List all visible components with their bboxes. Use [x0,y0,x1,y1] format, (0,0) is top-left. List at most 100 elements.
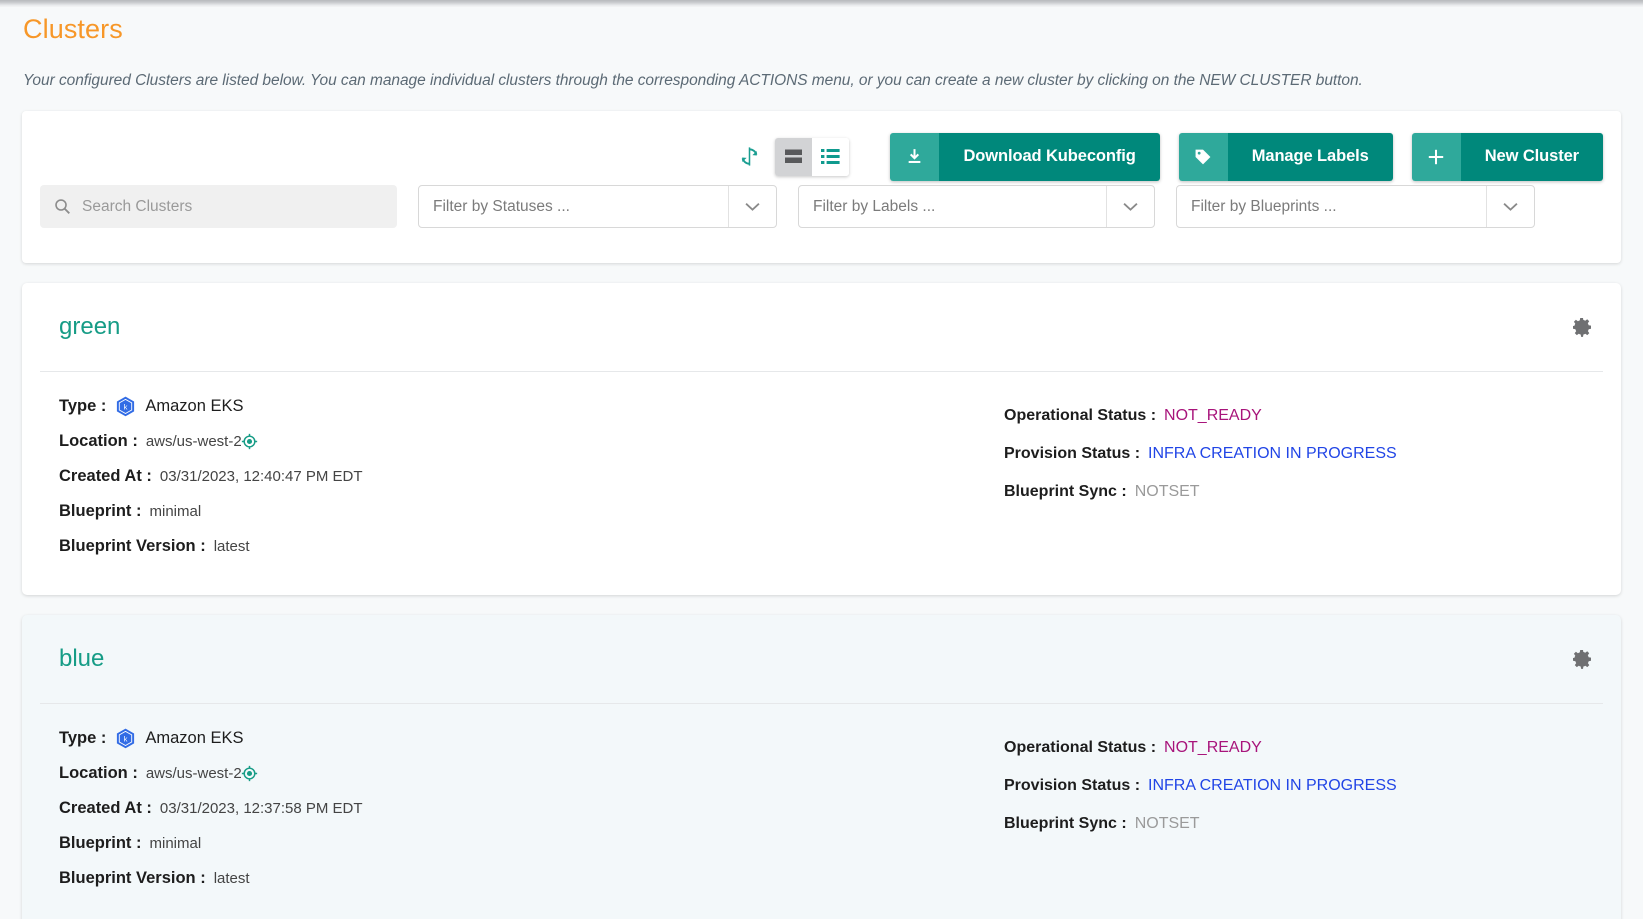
view-toggle-group [775,137,850,176]
filter-by-labels-label: Filter by Labels ... [813,197,936,215]
cluster-blueprint-value: minimal [149,502,202,520]
cluster-card-header: blue [40,615,1603,704]
cluster-blueprint-version-label: Blueprint Version : [59,868,206,887]
cluster-created-at-row: Created At : 03/31/2023, 12:37:58 PM EDT [59,796,1004,821]
location-target-icon [241,433,258,450]
provision-status-row: Provision Status : INFRA CREATION IN PRO… [1004,441,1603,466]
kubernetes-icon: k [115,396,136,418]
download-kubeconfig-button[interactable]: Download Kubeconfig [890,132,1160,181]
cluster-details-column: Type : k Amazon EKS Location : aws/us-we… [59,726,1004,901]
toolbar-actions-row: Download Kubeconfig Manage Labels New Cl… [22,111,1621,185]
cluster-created-at-value: 03/31/2023, 12:40:47 PM EDT [159,467,363,485]
cluster-blueprint-version-row: Blueprint Version : latest [59,534,1004,559]
cluster-location-row: Location : aws/us-west-2 [59,429,1004,454]
page-description: Your configured Clusters are listed belo… [23,72,1363,89]
cluster-details-column: Type : k Amazon EKS Location : aws/us-we… [59,394,1004,569]
cluster-status-column: Operational Status : NOT_READY Provision… [1004,726,1603,901]
cluster-type-label: Type : [59,396,107,415]
search-clusters-field[interactable]: Search Clusters [40,185,397,228]
cluster-created-at-row: Created At : 03/31/2023, 12:40:47 PM EDT [59,464,1004,489]
filter-by-statuses-label: Filter by Statuses ... [433,197,570,215]
operational-status-label: Operational Status : [1004,406,1157,424]
cluster-type-value: Amazon EKS [145,396,244,415]
refresh-icon [741,147,758,166]
operational-status-value: NOT_READY [1164,738,1262,756]
toolbar-panel: Download Kubeconfig Manage Labels New Cl… [22,111,1621,263]
blueprint-sync-row: Blueprint Sync : NOTSET [1004,811,1603,836]
chevron-down-icon [728,186,776,227]
filter-by-blueprints-select[interactable]: Filter by Blueprints ... [1176,185,1535,228]
cluster-actions-button[interactable] [1565,642,1599,676]
cluster-type-label: Type : [59,728,107,747]
cluster-name[interactable]: blue [59,645,104,673]
download-kubeconfig-label: Download Kubeconfig [939,132,1160,181]
operational-status-row: Operational Status : NOT_READY [1004,403,1603,428]
cluster-card-body: Type : k Amazon EKS Location : aws/us-we… [40,372,1603,595]
blueprint-sync-label: Blueprint Sync : [1004,814,1127,832]
filter-by-statuses-select[interactable]: Filter by Statuses ... [418,185,777,228]
cluster-location-value: aws/us-west-2 [145,432,242,450]
new-cluster-button[interactable]: New Cluster [1411,132,1603,181]
provision-status-value[interactable]: INFRA CREATION IN PROGRESS [1148,774,1397,797]
cluster-blueprint-version-value: latest [213,869,250,887]
download-icon [890,132,940,181]
filters-row: Search Clusters Filter by Statuses ... F… [22,185,1621,228]
cluster-type-row: Type : k Amazon EKS [59,394,1004,419]
cluster-blueprint-version-value: latest [213,537,250,555]
svg-text:k: k [124,402,128,411]
cluster-location-label: Location : [59,763,138,782]
search-icon [55,199,70,214]
cluster-created-at-label: Created At : [59,798,152,817]
cluster-actions-button[interactable] [1565,310,1599,344]
plus-icon [1411,132,1461,181]
cluster-blueprint-label: Blueprint : [59,501,142,520]
kubernetes-icon: k [115,728,136,750]
operational-status-label: Operational Status : [1004,738,1157,756]
cluster-location-row: Location : aws/us-west-2 [59,761,1004,786]
cluster-blueprint-row: Blueprint : minimal [59,831,1004,856]
blueprint-sync-value: NOTSET [1134,482,1200,500]
cluster-card-body: Type : k Amazon EKS Location : aws/us-we… [40,704,1603,919]
blueprint-sync-label: Blueprint Sync : [1004,482,1127,500]
cluster-type-row: Type : k Amazon EKS [59,726,1004,751]
blueprint-sync-value: NOTSET [1134,814,1200,832]
gear-icon [1573,650,1591,669]
tag-icon [1178,132,1228,181]
new-cluster-label: New Cluster [1460,132,1603,181]
cluster-card[interactable]: green Type : k Amazon EKS Location: aws… [22,283,1621,595]
cluster-location-label: Location : [59,431,138,450]
search-placeholder: Search Clusters [82,197,193,215]
page-title: Clusters [23,14,123,44]
cluster-name[interactable]: green [59,313,120,341]
cluster-card[interactable]: blue Type : k Amazon EKS Location: aws/… [22,615,1621,919]
refresh-button[interactable] [732,140,766,174]
list-view-icon [821,149,841,164]
card-view-icon [785,149,803,163]
chevron-down-icon [1486,186,1534,227]
provision-status-label: Provision Status : [1004,776,1141,794]
cluster-blueprint-label: Blueprint : [59,833,142,852]
card-view-toggle[interactable] [775,137,813,176]
gear-icon [1573,318,1591,337]
cluster-created-at-label: Created At : [59,466,152,485]
operational-status-row: Operational Status : NOT_READY [1004,735,1603,760]
clusters-page: Clusters Your configured Clusters are li… [0,0,1643,919]
operational-status-value: NOT_READY [1164,406,1262,424]
cluster-blueprint-row: Blueprint : minimal [59,499,1004,524]
provision-status-label: Provision Status : [1004,444,1141,462]
provision-status-row: Provision Status : INFRA CREATION IN PRO… [1004,773,1603,798]
cluster-blueprint-version-label: Blueprint Version : [59,536,206,555]
location-target-icon [241,765,258,782]
cluster-card-header: green [40,283,1603,372]
cluster-status-column: Operational Status : NOT_READY Provision… [1004,394,1603,569]
list-view-toggle[interactable] [812,137,850,176]
chevron-down-icon [1106,186,1154,227]
cluster-type-value: Amazon EKS [145,728,244,747]
manage-labels-label: Manage Labels [1227,132,1393,181]
cluster-blueprint-version-row: Blueprint Version : latest [59,866,1004,891]
cluster-location-value: aws/us-west-2 [145,764,242,782]
filter-by-labels-select[interactable]: Filter by Labels ... [798,185,1155,228]
cluster-created-at-value: 03/31/2023, 12:37:58 PM EDT [159,799,363,817]
manage-labels-button[interactable]: Manage Labels [1178,132,1393,181]
provision-status-value[interactable]: INFRA CREATION IN PROGRESS [1148,442,1397,465]
